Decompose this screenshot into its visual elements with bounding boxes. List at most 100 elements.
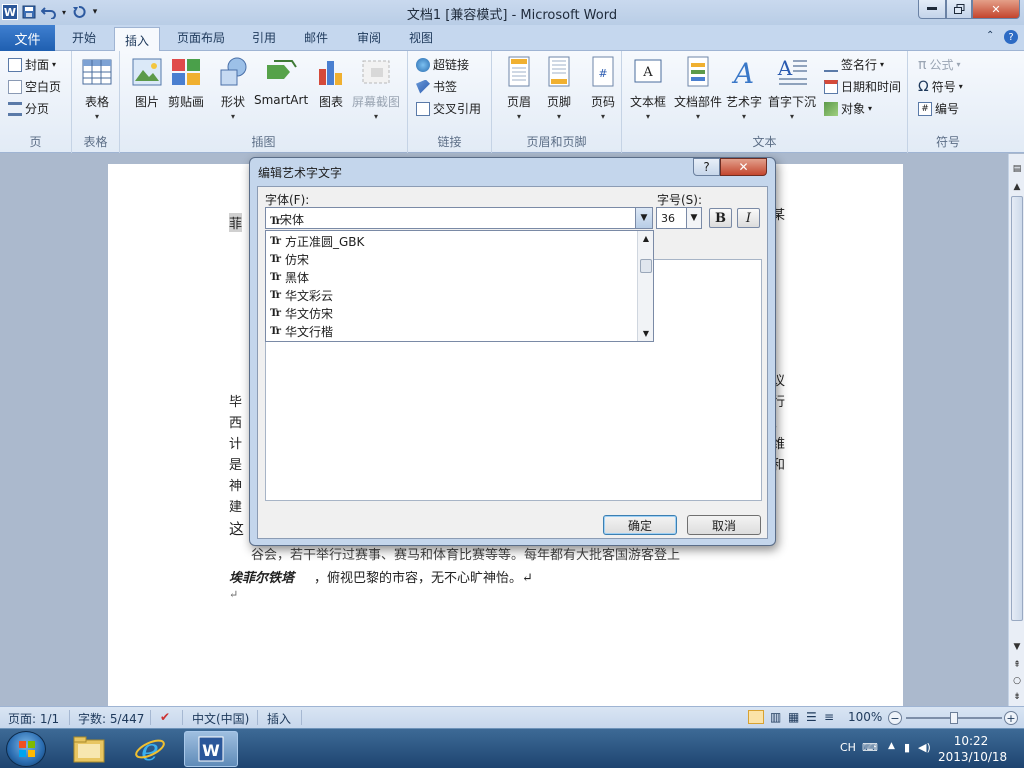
dialog-close-button[interactable]: ✕ [720,158,767,176]
ok-button[interactable]: 确定 [603,515,677,535]
chart-button[interactable]: 图表 [314,55,348,110]
font-dropdown-list[interactable]: Tr 方正准圆_GBK Tr 仿宋 Tr 黑体 Tr 华文彩云 Tr 华文仿宋 Tr 华文行… [265,230,654,342]
signature-line-button[interactable]: 签名行 ▾ [824,56,884,73]
internet-explorer-taskbar-button[interactable]: e [123,731,177,767]
number-button[interactable]: # 编号 [918,100,959,117]
full-screen-reading-icon[interactable]: ▥ [770,710,781,724]
document-bold-text: 埃菲尔铁塔 [229,571,295,586]
screenshot-button[interactable]: 屏幕截图 ▾ [352,55,400,121]
table-button[interactable]: 表格 ▾ [80,55,114,121]
quick-parts-button[interactable]: 文档部件 ▾ [674,55,722,121]
font-option[interactable]: Tr 仿宋 [270,251,309,268]
windows-logo-icon [19,741,35,757]
smartart-button[interactable]: SmartArt [254,55,308,107]
font-option[interactable]: Tr 黑体 [270,269,309,286]
save-icon[interactable] [20,3,38,21]
restore-button[interactable] [946,0,972,19]
font-list-scrollbar[interactable]: ▲ ▼ [637,231,653,341]
date-time-button[interactable]: 日期和时间 [824,78,901,95]
blank-page-button[interactable]: 空白页 [8,78,61,95]
font-option[interactable]: Tr 华文彩云 [270,287,333,304]
language-indicator[interactable]: 中文(中国) [192,710,249,727]
start-button[interactable] [6,731,46,767]
italic-button[interactable]: I [737,208,760,228]
textbox-button[interactable]: A 文本框 ▾ [630,55,666,121]
previous-page-icon[interactable]: ⇞ [1010,658,1024,672]
page-number-button[interactable]: # 页码 ▾ [586,55,620,121]
scroll-down-icon[interactable]: ▼ [640,327,652,339]
tab-page-layout[interactable]: 页面布局 [177,29,225,46]
hyperlink-button[interactable]: 超链接 [416,56,469,73]
size-dropdown-arrow-icon[interactable]: ▼ [686,208,701,228]
minimize-ribbon-icon[interactable]: ⌃ [986,30,994,41]
wordart-button[interactable]: A 艺术字 ▾ [726,55,762,121]
web-layout-icon[interactable]: ▦ [788,710,799,724]
cancel-button[interactable]: 取消 [687,515,761,535]
bold-button[interactable]: B [709,208,732,228]
customize-qat-icon[interactable]: ▾ [90,3,100,21]
tab-home[interactable]: 开始 [72,29,96,46]
volume-icon[interactable]: ◀) [918,741,931,754]
bookmark-button[interactable]: 书签 [416,78,457,95]
system-clock[interactable]: 10:22 2013/10/18 [938,733,1007,765]
tab-review[interactable]: 审阅 [357,29,381,46]
undo-dropdown-icon[interactable]: ▾ [60,3,68,21]
proofing-icon[interactable]: ✔ [160,710,170,724]
font-option[interactable]: Tr 华文行楷 [270,323,333,340]
scroll-up-icon[interactable]: ▲ [1010,180,1024,194]
file-explorer-taskbar-button[interactable] [62,731,116,767]
scroll-up-icon[interactable]: ▲ [640,232,652,244]
page-count[interactable]: 页面: 1/1 [8,710,59,727]
tab-references[interactable]: 引用 [252,29,276,46]
show-hidden-icons-icon[interactable]: ▲ [888,741,895,751]
clipart-button[interactable]: 剪贴画 [168,55,204,110]
redo-icon[interactable] [70,3,88,21]
cross-reference-button[interactable]: 交叉引用 [416,100,481,117]
zoom-slider-thumb[interactable] [950,712,958,724]
shapes-button[interactable]: 形状 ▾ [216,55,250,121]
cover-page-button[interactable]: 封面 ▾ [8,56,56,73]
symbol-button[interactable]: Ω 符号 ▾ [918,78,963,95]
font-list-scroll-thumb[interactable] [640,259,652,273]
outline-view-icon[interactable]: ☰ [806,710,817,724]
zoom-level[interactable]: 100% [848,710,882,724]
next-page-icon[interactable]: ⇟ [1010,690,1024,704]
network-icon[interactable]: ▮ [904,741,910,754]
browse-object-icon[interactable]: ○ [1010,674,1024,688]
print-layout-view-icon[interactable] [748,710,764,724]
equation-button[interactable]: π 公式 ▾ [918,56,960,73]
font-option[interactable]: Tr 华文仿宋 [270,305,333,322]
drop-cap-button[interactable]: A 首字下沉 ▾ [768,55,816,121]
word-app-icon[interactable]: W [2,4,18,20]
size-combobox[interactable]: 36 ▼ [656,207,702,229]
font-option[interactable]: Tr 方正准圆_GBK [270,233,364,250]
word-count[interactable]: 字数: 5/447 [78,710,144,727]
vertical-scrollbar[interactable]: ▤ ▲ ▼ ⇞ ○ ⇟ [1008,154,1024,706]
zoom-in-icon[interactable]: + [1004,711,1018,725]
tab-mailings[interactable]: 邮件 [304,29,328,46]
input-language-indicator[interactable]: CH [840,741,856,754]
header-button[interactable]: 页眉 ▾ [502,55,536,121]
dialog-help-button[interactable]: ? [693,158,720,176]
word-taskbar-button[interactable]: W [184,731,238,767]
zoom-out-icon[interactable]: − [888,711,902,725]
minimize-button[interactable] [918,0,946,19]
page-break-button[interactable]: 分页 [8,100,49,117]
font-dropdown-arrow-icon[interactable]: ▼ [635,208,652,228]
ruler-toggle-icon[interactable]: ▤ [1010,162,1024,176]
undo-icon[interactable] [40,3,58,21]
footer-button[interactable]: 页脚 ▾ [542,55,576,121]
close-window-button[interactable]: ✕ [972,0,1020,19]
tab-file[interactable]: 文件 [0,25,55,51]
picture-button[interactable]: 图片 [130,55,164,110]
scroll-down-icon[interactable]: ▼ [1010,640,1024,654]
help-icon[interactable]: ? [1004,30,1018,44]
insert-mode-indicator[interactable]: 插入 [267,710,291,727]
tab-insert[interactable]: 插入 [114,27,160,52]
draft-view-icon[interactable]: ≡ [824,710,834,724]
font-combobox[interactable]: Tr宋体 ▼ [265,207,653,229]
object-button[interactable]: 对象 ▾ [824,100,872,117]
tab-view[interactable]: 视图 [409,29,433,46]
scrollbar-thumb[interactable] [1011,196,1023,621]
keyboard-icon[interactable]: ⌨ [862,741,878,754]
